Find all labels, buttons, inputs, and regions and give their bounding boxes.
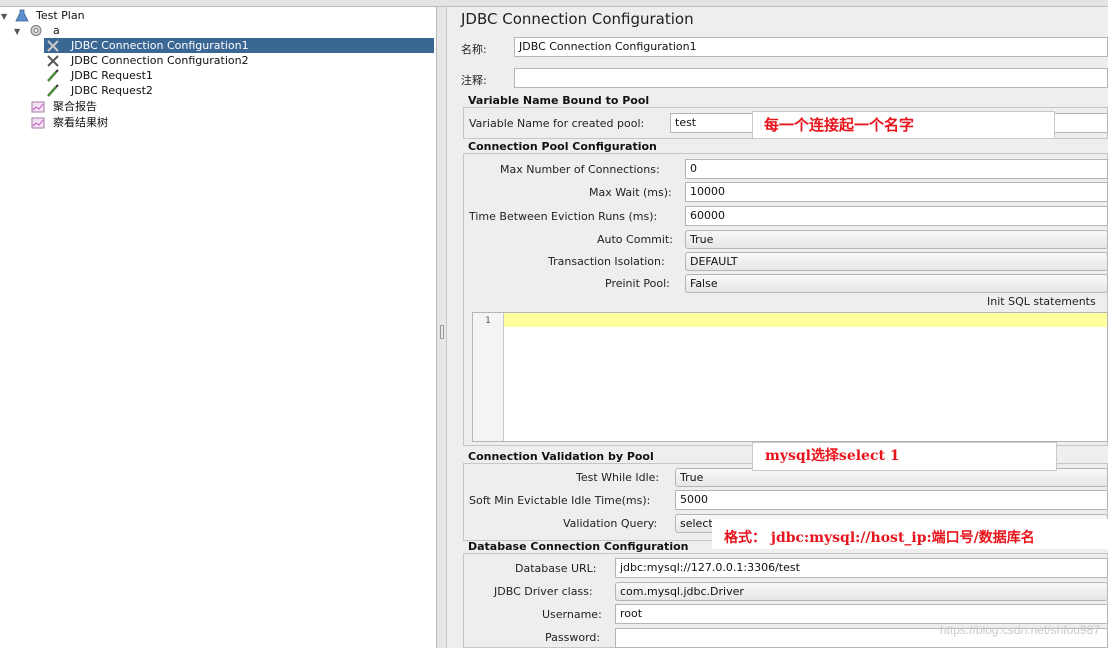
max-wait-field[interactable]: 10000 [685, 182, 1108, 202]
tree-node-label: a [53, 24, 60, 37]
init-sql-editor[interactable]: 1 [472, 312, 1108, 442]
transaction-isolation-label: Transaction Isolation: [548, 255, 665, 268]
tree-node-jdbc-config-1[interactable]: JDBC Connection Configuration1 [44, 38, 434, 53]
variable-name-label: Variable Name for created pool: [469, 117, 645, 130]
test-while-idle-label: Test While Idle: [576, 471, 660, 484]
mysql-select-annotation: mysql选择select 1 [752, 442, 1057, 471]
database-url-field[interactable]: jdbc:mysql://127.0.0.1:3306/test [615, 558, 1108, 578]
top-toolbar-strip [0, 0, 1108, 7]
jdbc-config-wrench-icon [47, 40, 59, 52]
jdbc-config-wrench-icon [47, 55, 59, 67]
comment-field[interactable] [514, 68, 1108, 88]
tree-node-label: 聚合报告 [53, 100, 97, 113]
username-label: Username: [542, 608, 602, 621]
listener-tree-icon [31, 117, 45, 129]
thread-group-gear-icon [30, 25, 42, 36]
tree-node-jdbc-config-2[interactable]: JDBC Connection Configuration2 [44, 53, 434, 68]
soft-min-idle-label: Soft Min Evictable Idle Time(ms): [469, 494, 651, 507]
name-field[interactable]: JDBC Connection Configuration1 [514, 37, 1108, 57]
split-pane-divider[interactable] [437, 7, 447, 648]
auto-commit-select[interactable]: True [685, 230, 1108, 249]
divider-grip-icon[interactable] [440, 325, 444, 339]
username-field[interactable]: root [615, 604, 1108, 624]
tree-node-label: Test Plan [36, 9, 85, 22]
db-connection-section-title: Database Connection Configuration [468, 540, 689, 553]
eviction-runs-field[interactable]: 60000 [685, 206, 1108, 226]
tree-node-label: JDBC Request2 [71, 84, 153, 97]
max-connections-label: Max Number of Connections: [500, 163, 660, 176]
page-title: JDBC Connection Configuration [461, 10, 694, 28]
preinit-pool-label: Preinit Pool: [605, 277, 670, 290]
preinit-pool-select[interactable]: False [685, 274, 1108, 293]
jdbc-request-pipette-icon [47, 69, 59, 82]
jdbc-driver-label: JDBC Driver class: [494, 585, 593, 598]
jdbc-driver-select[interactable]: com.mysql.jdbc.Driver [615, 582, 1108, 601]
eviction-runs-label: Time Between Eviction Runs (ms): [469, 210, 658, 223]
tree-node-thread-group[interactable]: a [0, 23, 437, 38]
variable-name-section-title: Variable Name Bound to Pool [468, 94, 650, 107]
editor-current-line [504, 313, 1107, 327]
pool-name-annotation: 每一个连接起一个名字 [752, 111, 1055, 139]
tree-node-label: JDBC Request1 [71, 69, 153, 82]
comment-label: 注释: [461, 74, 487, 87]
auto-commit-label: Auto Commit: [597, 233, 673, 246]
tree-node-label: 察看结果树 [53, 116, 108, 129]
database-url-label: Database URL: [515, 562, 597, 575]
pool-config-section-title: Connection Pool Configuration [468, 140, 657, 153]
editor-line-gutter: 1 [473, 313, 504, 441]
tree-node-jdbc-request-2[interactable]: JDBC Request2 [44, 83, 434, 98]
max-wait-label: Max Wait (ms): [589, 186, 672, 199]
max-connections-field[interactable]: 0 [685, 159, 1108, 179]
transaction-isolation-select[interactable]: DEFAULT [685, 252, 1108, 271]
url-format-annotation: 格式： jdbc:mysql://host_ip:端口号/数据库名 [712, 519, 1108, 549]
validation-query-label: Validation Query: [563, 517, 658, 530]
init-sql-label: Init SQL statements [987, 295, 1096, 308]
test-plan-flask-icon [15, 9, 29, 22]
name-label: 名称: [461, 43, 487, 56]
tree-node-test-plan[interactable]: Test Plan [0, 8, 437, 23]
tree-node-results-tree[interactable]: 察看结果树 [0, 115, 437, 130]
soft-min-idle-field[interactable]: 5000 [675, 490, 1108, 510]
jdbc-request-pipette-icon [47, 84, 59, 97]
tree-node-label: JDBC Connection Configuration2 [71, 54, 249, 67]
password-label: Password: [545, 631, 601, 644]
tree-node-label: JDBC Connection Configuration1 [71, 39, 249, 52]
test-plan-tree: ▼ Test Plan ▼ a JDBC Connection Configur… [0, 7, 437, 648]
validation-section-title: Connection Validation by Pool [468, 450, 654, 463]
listener-report-icon [31, 101, 45, 113]
jdbc-config-panel: JDBC Connection Configuration 名称: JDBC C… [448, 7, 1108, 648]
watermark-text: https://blog.csdn.net/shfou987 [939, 623, 1100, 637]
tree-node-aggregate-report[interactable]: 聚合报告 [0, 99, 437, 114]
tree-node-jdbc-request-1[interactable]: JDBC Request1 [44, 68, 434, 83]
